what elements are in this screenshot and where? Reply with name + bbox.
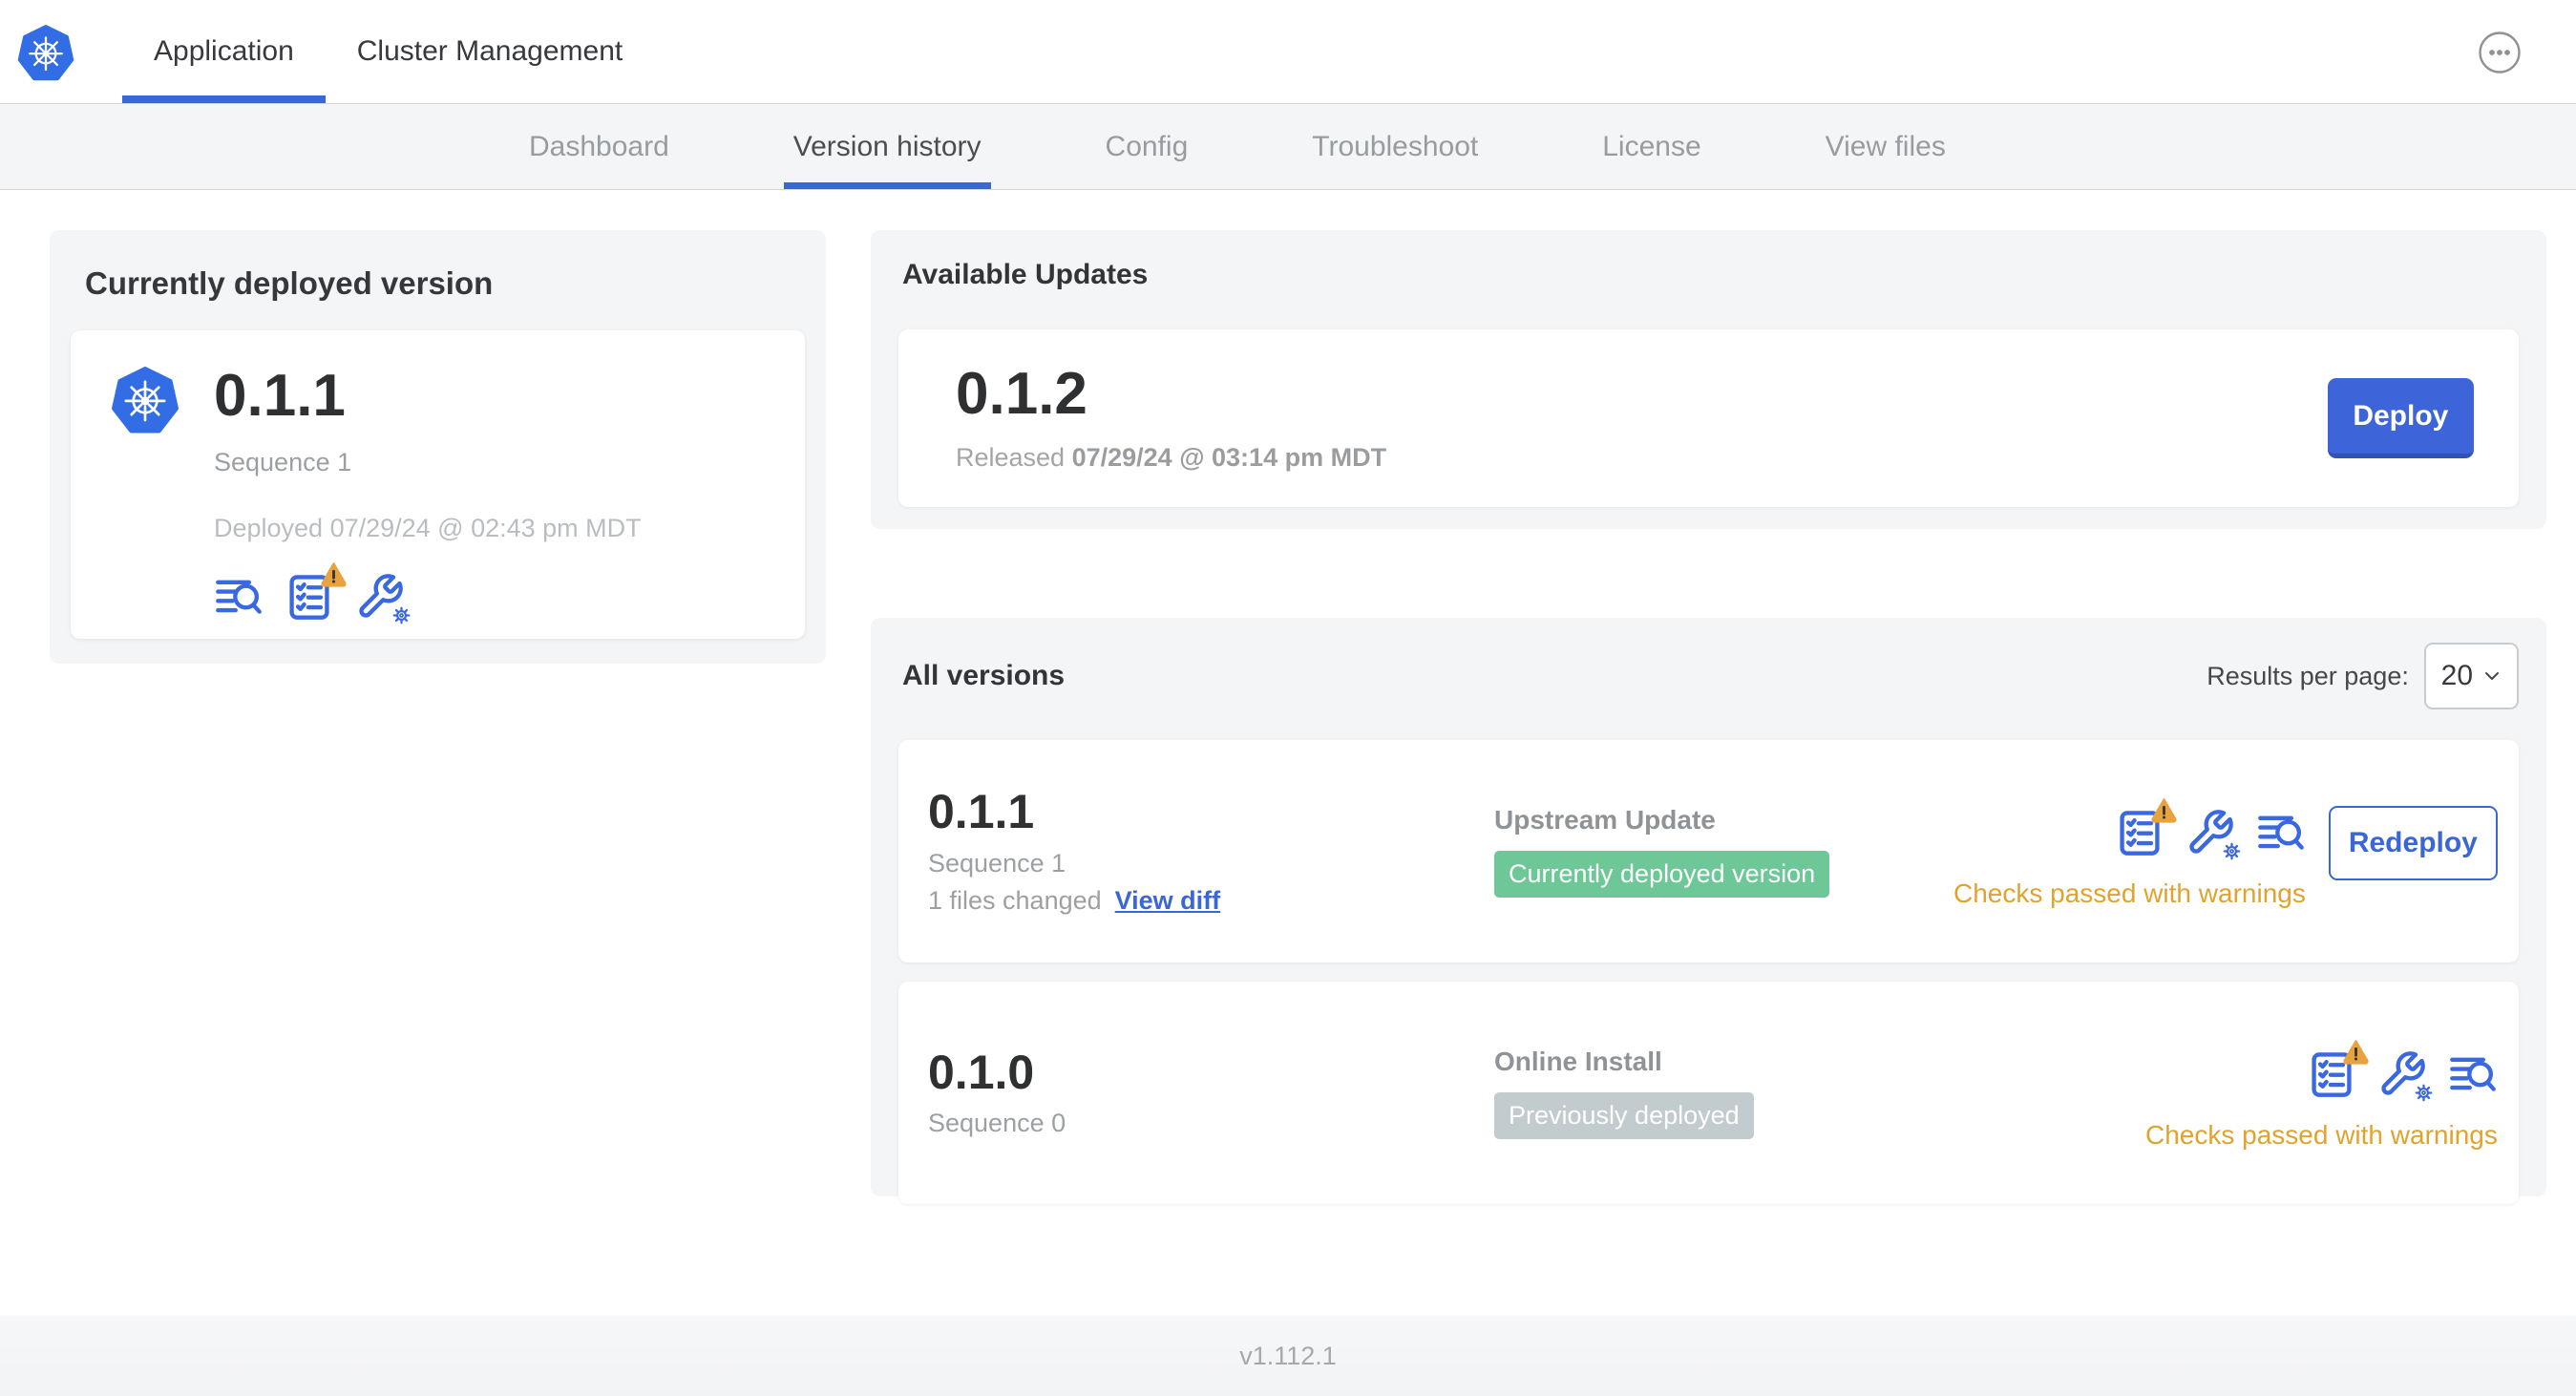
logs-icon[interactable] xyxy=(2256,808,2306,857)
app-footer: v1.112.1 xyxy=(0,1316,2576,1396)
currently-deployed-badge: Currently deployed version xyxy=(1494,851,1830,898)
row-version-number: 0.1.1 xyxy=(928,785,1035,839)
deployed-sequence: Sequence 1 xyxy=(214,448,352,477)
tab-application[interactable]: Application xyxy=(122,0,326,103)
tab-cluster-management[interactable]: Cluster Management xyxy=(326,0,654,103)
warning-triangle-icon xyxy=(2151,797,2177,823)
currently-deployed-title: Currently deployed version xyxy=(85,265,494,301)
config-wrench-icon[interactable] xyxy=(2185,808,2241,859)
app-icon-kubernetes xyxy=(109,367,181,437)
logs-icon[interactable] xyxy=(2448,1049,2498,1099)
view-diff-link[interactable]: View diff xyxy=(1115,886,1221,916)
update-row: 0.1.2 Released 07/29/24 @ 03:14 pm MDT D… xyxy=(898,329,2519,507)
deployed-version-number: 0.1.1 xyxy=(214,363,346,429)
released-timestamp: 07/29/24 @ 03:14 pm MDT xyxy=(1071,442,1387,472)
checks-status: Checks passed with warnings xyxy=(2145,1119,2498,1150)
checks-status: Checks passed with warnings xyxy=(1953,878,2306,908)
deployed-timestamp: Deployed 07/29/24 @ 02:43 pm MDT xyxy=(214,514,642,543)
deploy-button[interactable]: Deploy xyxy=(2327,378,2474,458)
update-version-number: 0.1.2 xyxy=(956,360,1087,427)
tab-dashboard[interactable]: Dashboard xyxy=(519,104,679,189)
tab-troubleshoot[interactable]: Troubleshoot xyxy=(1302,104,1488,189)
tab-version-history[interactable]: Version history xyxy=(783,104,991,189)
available-updates-title: Available Updates xyxy=(902,259,1149,290)
main-content: Currently deployed version 0.1.1 Sequenc… xyxy=(0,190,2576,1204)
preflight-checks-icon[interactable] xyxy=(2307,1039,2369,1099)
app-subnav: Dashboard Version history Config Trouble… xyxy=(0,104,2576,190)
config-wrench-icon[interactable] xyxy=(2377,1049,2433,1101)
version-row: 0.1.0 Sequence 0 Online Install Previous… xyxy=(898,982,2519,1204)
files-changed-label: 1 files changed xyxy=(928,885,1102,915)
previously-deployed-badge: Previously deployed xyxy=(1494,1092,1754,1139)
all-versions-card: All versions Results per page: 20 0.1.1 … xyxy=(871,618,2546,1204)
redeploy-button[interactable]: Redeploy xyxy=(2328,805,2498,880)
kubernetes-logo-icon xyxy=(17,25,74,82)
preflight-checks-icon[interactable] xyxy=(285,562,347,622)
gear-icon xyxy=(2415,1084,2433,1101)
all-versions-title: All versions xyxy=(902,660,1066,691)
row-sequence: Sequence 0 xyxy=(928,1109,1066,1138)
tab-view-files[interactable]: View files xyxy=(1816,104,1955,189)
warning-triangle-icon xyxy=(2343,1039,2369,1065)
results-per-page-select[interactable]: 20 xyxy=(2423,643,2519,709)
released-prefix: Released xyxy=(956,442,1066,472)
logs-icon[interactable] xyxy=(214,572,264,622)
results-per-page-value: 20 xyxy=(2440,660,2474,691)
tab-config[interactable]: Config xyxy=(1096,104,1198,189)
primary-tabs: Application Cluster Management xyxy=(122,0,654,103)
config-wrench-icon[interactable] xyxy=(355,572,411,624)
tab-license[interactable]: License xyxy=(1593,104,1710,189)
gear-icon xyxy=(2223,842,2241,859)
available-updates-card: Available Updates 0.1.2 Released 07/29/2… xyxy=(871,230,2546,529)
console-version: v1.112.1 xyxy=(1239,1341,1337,1370)
preflight-checks-icon[interactable] xyxy=(2115,797,2177,857)
currently-deployed-card: Currently deployed version 0.1.1 Sequenc… xyxy=(50,230,826,664)
version-source: Upstream Update xyxy=(1494,805,1716,835)
deployed-version-panel: 0.1.1 Sequence 1 Deployed 07/29/24 @ 02:… xyxy=(71,330,805,639)
row-sequence: Sequence 1 xyxy=(928,848,1066,878)
results-per-page-label: Results per page: xyxy=(2206,661,2409,690)
row-version-number: 0.1.0 xyxy=(928,1045,1035,1099)
warning-triangle-icon xyxy=(321,562,347,587)
gear-icon xyxy=(392,606,411,624)
more-menu-button[interactable] xyxy=(2478,31,2522,74)
version-source: Online Install xyxy=(1494,1047,1662,1076)
version-row: 0.1.1 Sequence 1 1 files changed View di… xyxy=(898,740,2519,962)
chevron-down-icon xyxy=(2485,672,2500,680)
app-header: Application Cluster Management xyxy=(0,0,2576,104)
